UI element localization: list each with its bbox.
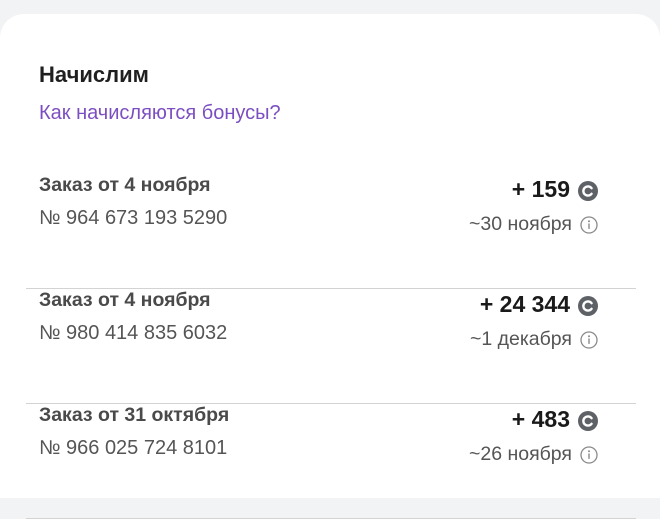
accrual-date: ~26 ноября — [469, 443, 598, 466]
bonus-coin-icon — [578, 181, 598, 201]
info-icon[interactable] — [580, 215, 598, 234]
order-title: Заказ от 31 октября — [39, 404, 230, 426]
order-title: Заказ от 4 ноября — [39, 174, 211, 196]
section-title: Начислим — [39, 62, 149, 87]
accrual-date-text: ~26 ноября — [468, 443, 572, 465]
info-icon[interactable] — [580, 445, 598, 464]
accrual-date: ~30 ноября — [469, 213, 598, 236]
order-number: № 966 025 724 8101 — [39, 437, 228, 459]
bonus-amount: + 159 — [512, 176, 598, 203]
bonus-amount: + 24 344 — [480, 291, 598, 318]
accrual-date-text: ~1 декабря — [469, 328, 572, 350]
bonus-amount: + 483 — [512, 406, 598, 433]
order-row[interactable]: Заказ от 4 ноября № 964 673 193 5290 + 1… — [26, 174, 636, 289]
accrual-date: ~1 декабря — [470, 328, 598, 351]
order-row[interactable]: Заказ от 4 ноября № 980 414 835 6032 + 2… — [26, 289, 636, 404]
accrual-date-text: ~30 ноября — [468, 213, 572, 235]
bonus-amount-value: + 483 — [511, 406, 570, 432]
how-bonuses-accrue-link[interactable]: Как начисляются бонусы? — [39, 102, 281, 125]
order-number: № 980 414 835 6032 — [39, 322, 228, 344]
bonus-amount-value: + 24 344 — [479, 291, 570, 317]
order-number: № 964 673 193 5290 — [39, 207, 228, 229]
bonus-accrual-card: Начислим Как начисляются бонусы? Заказ о… — [0, 14, 660, 519]
order-row[interactable]: Заказ от 31 октября № 966 025 724 8101 +… — [26, 404, 636, 519]
order-title: Заказ от 4 ноября — [39, 289, 211, 311]
info-icon[interactable] — [580, 330, 598, 349]
bonus-coin-icon — [578, 411, 598, 431]
bonus-amount-value: + 159 — [511, 176, 570, 202]
bonus-coin-icon — [578, 296, 598, 316]
